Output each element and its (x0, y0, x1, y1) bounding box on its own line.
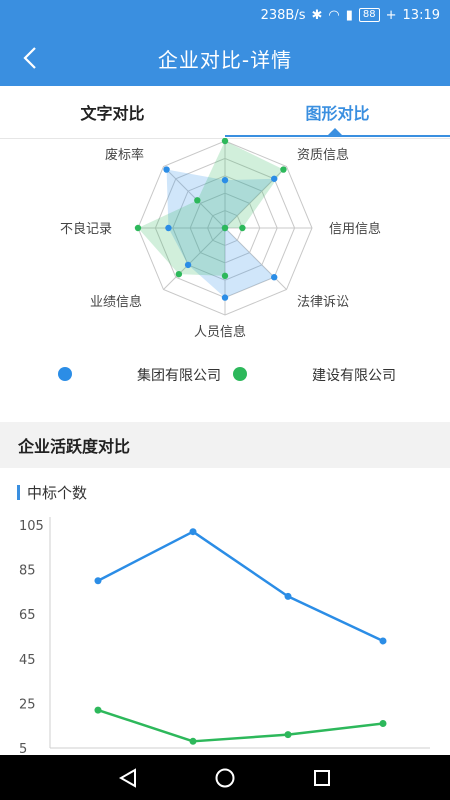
network-speed: 238B/s (260, 7, 306, 23)
y-tick-label: 45 (19, 653, 36, 668)
subtitle-text: 中标个数 (27, 484, 88, 502)
charging-icon: + (385, 7, 397, 23)
radar-point (239, 224, 246, 232)
y-tick-label: 105 (19, 519, 44, 534)
data-point (379, 637, 387, 645)
radar-point (271, 175, 278, 182)
data-point (284, 731, 292, 739)
section-title: 企业活跃度对比 (0, 422, 450, 468)
signal-icon: ▮ (345, 7, 353, 23)
series-line-1 (97, 708, 384, 743)
y-tick-label: 65 (19, 608, 36, 623)
radar-point (163, 166, 170, 173)
radar-axis-label: 人员信息 (194, 324, 246, 340)
radar-axis-label: 不良记录 (60, 221, 112, 237)
circle-home-icon (215, 768, 235, 787)
radar-point (221, 294, 229, 301)
subtitle-accent (17, 485, 20, 500)
radar-chart: 资质信息信用信息法律诉讼人员信息 业绩信息 不良记录 废标率 (60, 138, 381, 340)
radar-axis-label: 废标率 (105, 147, 144, 163)
data-point (189, 528, 197, 536)
radar-axis-label: 资质信息 (297, 147, 349, 163)
legend: 集团有限公司 建设有限公司 (0, 364, 450, 384)
back-button[interactable] (14, 42, 46, 74)
data-point (94, 706, 102, 714)
tab-text-compare[interactable]: 文字对比 (0, 86, 225, 138)
radar-point (221, 272, 229, 280)
radar-point (271, 274, 278, 281)
wifi-icon: ◠ (328, 7, 340, 23)
data-point (94, 577, 102, 585)
y-tick-label: 5 (19, 742, 27, 755)
radar-point (221, 176, 229, 184)
radar-area-1 (138, 141, 284, 276)
series-line-0 (97, 530, 384, 643)
y-tick-label: 85 (19, 564, 36, 579)
system-nav-bar (0, 755, 450, 800)
chart-subtitle: 中标个数 (17, 482, 87, 503)
data-point (284, 592, 292, 600)
radar-point (221, 138, 229, 145)
tab-label: 图形对比 (305, 104, 370, 123)
home-nav-button[interactable] (205, 758, 245, 798)
tab-indicator (225, 135, 450, 137)
radar-point (134, 224, 142, 232)
data-point (379, 719, 387, 727)
radar-point (184, 261, 192, 269)
legend-dot-group (58, 367, 72, 381)
triangle-back-icon (119, 767, 137, 788)
battery-level: 88 (358, 8, 380, 22)
data-point (189, 737, 197, 745)
status-bar: 238B/s ✱ ◠ ▮ 88 + 13:19 (0, 0, 450, 30)
y-tick-label: 25 (19, 697, 36, 712)
radar-point (280, 166, 287, 173)
page-title: 企业对比-详情 (157, 47, 293, 72)
legend-label-construction: 建设有限公司 (312, 368, 396, 384)
legend-label-group: 集团有限公司 (137, 368, 221, 384)
bluetooth-icon: ✱ (311, 7, 323, 23)
back-nav-button[interactable] (108, 758, 148, 798)
radar-point (175, 270, 183, 278)
clock: 13:19 (402, 7, 440, 23)
radar-axis-label: 业绩信息 (90, 294, 142, 310)
recent-nav-button[interactable] (302, 758, 342, 798)
app-header: 企业对比-详情 (0, 30, 450, 86)
legend-dot-construction (233, 367, 247, 381)
radar-point (194, 197, 201, 204)
tab-caret-icon (328, 128, 342, 135)
chevron-left-icon (23, 47, 36, 69)
line-chart: 5254565851052017201820192020 (19, 517, 430, 755)
radar-axis-label: 信用信息 (329, 221, 381, 237)
tab-bar: 文字对比 图形对比 (0, 86, 450, 139)
square-recent-icon (313, 769, 330, 786)
radar-point (165, 224, 172, 232)
radar-axis-label: 法律诉讼 (297, 295, 349, 310)
radar-point (221, 224, 229, 232)
tab-label: 文字对比 (80, 104, 145, 123)
